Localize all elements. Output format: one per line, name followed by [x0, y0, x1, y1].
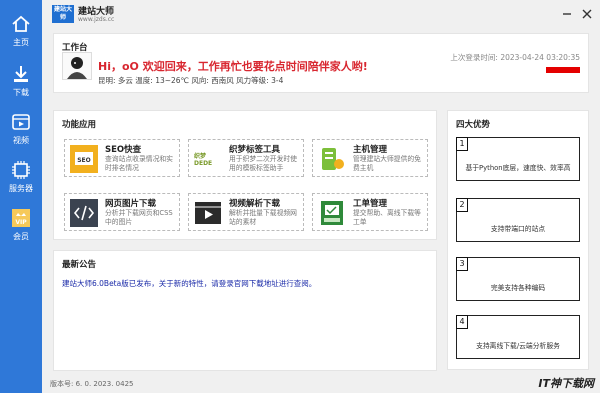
minimize-icon[interactable]: [562, 9, 572, 19]
functions-title: 功能应用: [62, 120, 97, 130]
server-icon: [12, 161, 30, 179]
nav-item-download[interactable]: 下载: [0, 64, 42, 98]
dedecms-icon: 织梦DEDE: [194, 145, 222, 173]
avatar-image: [67, 57, 87, 79]
close-icon[interactable]: [582, 9, 592, 19]
last-login-time: 上次登录时间: 2023-04-24 03:20:35: [450, 53, 580, 62]
workbench-panel: 工作台 Hi，oO 欢迎回来，工作再忙也要花点时间陪伴家人哟! 昆明: 多云 温…: [53, 33, 589, 93]
svg-text:SEO: SEO: [77, 157, 91, 164]
avatar[interactable]: [62, 52, 92, 80]
tile-name: 视频解析下载: [229, 199, 281, 209]
advantage-item: 支持带端口的站点: [456, 198, 580, 242]
nav-item-video[interactable]: 视频: [0, 112, 42, 146]
welcome-message: Hi，oO 欢迎回来，工作再忙也要花点时间陪伴家人哟!: [98, 60, 368, 73]
ticket-icon: [321, 201, 343, 225]
app-logo: 建站大师: [52, 5, 74, 23]
left-nav: 主页 下载 视频 服务器 VIP 会员: [0, 0, 42, 393]
functions-panel: 功能应用 SEO SEO快查 查询站点收录情况和实时排名情况 织梦DEDE 织梦…: [53, 110, 437, 240]
tile-name: SEO快查: [105, 145, 142, 155]
notice-panel: 最新公告 建站大师6.0Beta版已发布，关于新的特性，请登录官网下载地址进行查…: [53, 250, 437, 371]
dedecms-logo-text: 织梦DEDE: [194, 153, 213, 167]
host-icon: [322, 148, 344, 170]
watermark: IT神下载网: [538, 377, 594, 390]
nav-label-video: 视频: [13, 136, 29, 145]
nav-label-vip: 会员: [13, 232, 29, 241]
tile-name: 织梦标签工具: [229, 145, 281, 155]
tile-desc: 用于织梦二次开发时使用的模板标签助手: [229, 155, 297, 172]
nav-item-home[interactable]: 主页: [0, 14, 42, 48]
tile-dedecms[interactable]: 织梦DEDE 织梦标签工具 用于织梦二次开发时使用的模板标签助手: [188, 139, 304, 177]
advantage-number: 1: [456, 137, 468, 151]
advantage-number: 3: [456, 257, 468, 271]
advantages-title: 四大优势: [456, 120, 491, 130]
tile-name: 工单管理: [353, 199, 388, 209]
app-url: www.jzds.cc: [78, 16, 115, 23]
nav-item-server[interactable]: 服务器: [0, 160, 42, 194]
svg-text:VIP: VIP: [15, 219, 27, 226]
advantage-item: 完美支持各种编码: [456, 257, 580, 301]
advantage-item: 基于Python底层，速度快、效率高: [456, 137, 580, 181]
notice-title: 最新公告: [62, 260, 97, 270]
tile-seo[interactable]: SEO SEO快查 查询站点收录情况和实时排名情况: [64, 139, 180, 177]
title-bar: 建站大师 建站大师 www.jzds.cc: [42, 0, 600, 28]
tile-name: 网页图片下载: [105, 199, 157, 209]
nav-label-home: 主页: [13, 38, 29, 47]
tile-desc: 解析并批量下载视频网站的素材: [229, 209, 297, 226]
vip-icon: VIP: [12, 209, 30, 227]
code-icon: [70, 199, 98, 227]
advantage-number: 2: [456, 198, 468, 212]
video-icon: [12, 114, 30, 130]
tile-name: 主机管理: [353, 145, 388, 155]
tile-desc: 查询站点收录情况和实时排名情况: [105, 155, 173, 172]
tile-desc: 管理建站大师提供的免费主机: [353, 155, 421, 172]
tile-desc: 提交帮助、离线下载等工单: [353, 209, 421, 226]
tile-ticket[interactable]: 工单管理 提交帮助、离线下载等工单: [312, 193, 428, 231]
advantage-number: 4: [456, 315, 468, 329]
version-label: 版本号: 6. 0. 2023. 0425: [50, 380, 134, 388]
advantage-item: 支持离线下载/云端分析服务: [456, 315, 580, 359]
tile-host[interactable]: 主机管理 管理建站大师提供的免费主机: [312, 139, 428, 177]
weather-info: 昆明: 多云 温度: 13~26℃ 风向: 西南风 风力等级: 3-4: [98, 76, 284, 85]
status-bar-red: [546, 67, 580, 73]
download-icon: [14, 66, 28, 82]
seo-icon: SEO: [70, 145, 98, 173]
tile-image-download[interactable]: 网页图片下载 分析并下载网页和CSS中的图片: [64, 193, 180, 231]
tile-desc: 分析并下载网页和CSS中的图片: [105, 209, 173, 226]
advantages-panel: 四大优势 1 基于Python底层，速度快、效率高 2 支持带端口的站点 3 完…: [447, 110, 589, 370]
video-play-icon: [195, 202, 221, 224]
nav-item-vip[interactable]: VIP 会员: [0, 208, 42, 242]
nav-label-download: 下载: [13, 88, 29, 97]
home-icon: [12, 15, 30, 32]
notice-text[interactable]: 建站大师6.0Beta版已发布，关于新的特性，请登录官网下载地址进行查阅。: [62, 278, 316, 289]
tile-video-download[interactable]: 视频解析下载 解析并批量下载视频网站的素材: [188, 193, 304, 231]
nav-label-server: 服务器: [9, 184, 33, 193]
